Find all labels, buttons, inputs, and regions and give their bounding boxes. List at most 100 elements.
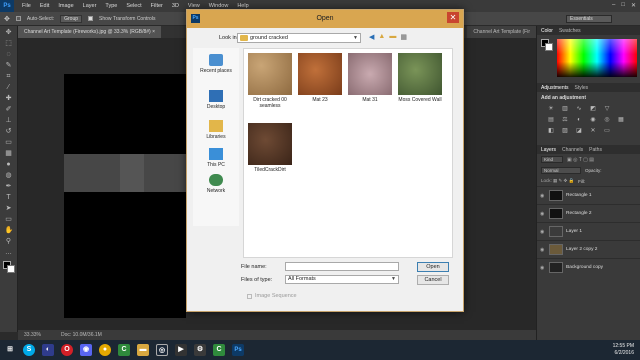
type-icon[interactable]: T xyxy=(5,194,13,202)
discord-icon[interactable]: ◉ xyxy=(80,344,92,356)
menu-filter[interactable]: Filter xyxy=(151,3,163,9)
auto-select-dropdown[interactable]: Group xyxy=(60,14,83,23)
background-color[interactable] xyxy=(7,265,15,273)
layer-row[interactable]: ◉ Layer 1 xyxy=(537,222,640,240)
media-icon[interactable]: ▶ xyxy=(175,344,187,356)
files-of-type-dropdown[interactable]: All Formats ▼ xyxy=(285,275,399,284)
zoom-icon[interactable]: ⚲ xyxy=(5,238,13,246)
cancel-button[interactable]: Cancel xyxy=(417,275,449,285)
tab-color[interactable]: Color xyxy=(541,28,553,34)
hue-sat-icon[interactable]: ▤ xyxy=(547,117,555,124)
selective-color-icon[interactable]: ✕ xyxy=(589,128,597,135)
image-sequence-option[interactable]: Image Sequence xyxy=(247,293,297,299)
dodge-icon[interactable]: ◍ xyxy=(5,172,13,180)
auto-select-checkbox[interactable] xyxy=(15,16,21,21)
quick-select-icon[interactable]: ✎ xyxy=(5,62,13,70)
back-icon[interactable]: ◀ xyxy=(369,33,374,41)
healing-icon[interactable]: ✚ xyxy=(5,95,13,103)
layer-row[interactable]: ◉ Rectangle 2 xyxy=(537,204,640,222)
move-icon[interactable]: ✥ xyxy=(5,29,13,37)
new-folder-icon[interactable]: ▬ xyxy=(389,33,396,41)
dialog-close-button[interactable]: ✕ xyxy=(447,12,459,23)
opera-icon[interactable]: O xyxy=(61,344,73,356)
layer-kind-filter[interactable]: Kind xyxy=(541,156,563,163)
layer-row[interactable]: ◉ Rectangle 1 xyxy=(537,186,640,204)
camtasia-icon[interactable]: C xyxy=(118,344,130,356)
up-folder-icon[interactable]: ▲ xyxy=(378,33,385,41)
menu-layer[interactable]: Layer xyxy=(83,3,97,9)
visibility-eye-icon[interactable]: ◉ xyxy=(540,265,546,271)
curves-icon[interactable]: ∿ xyxy=(575,106,583,113)
doc-tab-active[interactable]: Channel Art Template (Fireworks).jpg @ 3… xyxy=(18,26,162,38)
view-menu-icon[interactable]: ▦ xyxy=(400,33,407,41)
threshold-icon[interactable]: ◪ xyxy=(575,128,583,135)
lasso-icon[interactable]: ◌ xyxy=(5,51,13,59)
vibrance-icon[interactable]: ▽ xyxy=(603,106,611,113)
shape-icon[interactable]: ▭ xyxy=(5,216,13,224)
menu-3d[interactable]: 3D xyxy=(172,3,179,9)
place-this-pc[interactable]: This PC xyxy=(193,148,239,168)
close-icon[interactable]: ✕ xyxy=(631,2,636,9)
black-white-icon[interactable]: ◐ xyxy=(575,117,583,124)
tab-swatches[interactable]: Swatches xyxy=(559,28,581,34)
posterize-icon[interactable]: ▨ xyxy=(561,128,569,135)
blend-mode-dropdown[interactable]: Normal xyxy=(541,167,581,174)
exposure-icon[interactable]: ◩ xyxy=(589,106,597,113)
history-brush-icon[interactable]: ↺ xyxy=(5,128,13,136)
file-name-input[interactable] xyxy=(285,262,399,271)
system-clock[interactable]: 12:55 PM 6/2/2016 xyxy=(613,343,634,357)
file-item[interactable]: Mat 23 xyxy=(296,53,344,103)
visibility-eye-icon[interactable]: ◉ xyxy=(540,211,546,217)
visibility-eye-icon[interactable]: ◉ xyxy=(540,229,546,235)
brightness-icon[interactable]: ☀ xyxy=(547,106,555,113)
image-sequence-checkbox[interactable] xyxy=(247,293,252,299)
eraser-icon[interactable]: ▭ xyxy=(5,139,13,147)
ellipsis-icon[interactable]: … xyxy=(5,249,13,257)
filter-icons[interactable]: ▣ ◎ T ▢ ▤ xyxy=(567,157,594,163)
explorer-icon[interactable]: ▬ xyxy=(137,344,149,356)
visibility-eye-icon[interactable]: ◉ xyxy=(540,247,546,253)
doc-tab-other[interactable]: Channel Art Template (Fir xyxy=(467,26,536,38)
tab-layers[interactable]: Layers xyxy=(541,147,556,153)
photoshop-taskbar-icon[interactable]: Ps xyxy=(232,344,244,356)
tab-paths[interactable]: Paths xyxy=(589,147,602,153)
transform-controls-checkbox[interactable] xyxy=(88,16,94,21)
chrome-icon[interactable]: ● xyxy=(99,344,111,356)
color-balance-icon[interactable]: ⚖ xyxy=(561,117,569,124)
minimize-icon[interactable]: – xyxy=(612,2,615,9)
audacity-icon[interactable]: ◐ xyxy=(42,344,54,356)
lock-icons[interactable]: Lock: ▦ ✎ ✥ 🔒 xyxy=(541,178,574,184)
settings-icon[interactable]: ⚙ xyxy=(194,344,206,356)
look-in-dropdown[interactable]: ground cracked ▼ xyxy=(237,33,361,43)
place-libraries[interactable]: Libraries xyxy=(193,120,239,140)
color-swatches[interactable] xyxy=(0,261,17,277)
move-tool-icon[interactable]: ✥ xyxy=(4,15,10,23)
camtasia-recorder-icon[interactable]: C xyxy=(213,344,225,356)
document-canvas[interactable] xyxy=(64,74,186,318)
path-select-icon[interactable]: ➤ xyxy=(5,205,13,213)
eyedropper-icon[interactable]: ⁄ xyxy=(5,84,13,92)
panel-background-swatch[interactable] xyxy=(545,43,553,51)
visibility-eye-icon[interactable]: ◉ xyxy=(540,193,546,199)
zoom-level[interactable]: 33.33% xyxy=(24,332,41,338)
layer-row[interactable]: ◉ Layer 2 copy 2 xyxy=(537,240,640,258)
steam-icon[interactable]: ◎ xyxy=(156,344,168,356)
file-list[interactable]: Dirt cracked 00 seamless Mat 23 Mat 31 M… xyxy=(243,48,453,258)
marquee-icon[interactable]: ⬚ xyxy=(5,40,13,48)
skype-icon[interactable]: S xyxy=(23,344,35,356)
invert-icon[interactable]: ◧ xyxy=(547,128,555,135)
crop-icon[interactable]: ⌗ xyxy=(5,73,13,81)
file-item[interactable]: Mat 31 xyxy=(346,53,394,103)
stamp-icon[interactable]: ⊥ xyxy=(5,117,13,125)
tab-adjustments[interactable]: Adjustments xyxy=(541,85,569,91)
menu-type[interactable]: Type xyxy=(105,3,117,9)
tab-channels[interactable]: Channels xyxy=(562,147,583,153)
maximize-icon[interactable]: □ xyxy=(621,2,625,9)
tab-styles[interactable]: Styles xyxy=(575,85,589,91)
menu-image[interactable]: Image xyxy=(58,3,73,9)
gradient-icon[interactable]: ▦ xyxy=(5,150,13,158)
place-network[interactable]: Network xyxy=(193,174,239,194)
workspace-switcher[interactable]: Essentials xyxy=(566,15,612,23)
open-button[interactable]: Open xyxy=(417,262,449,272)
photo-filter-icon[interactable]: ◉ xyxy=(589,117,597,124)
